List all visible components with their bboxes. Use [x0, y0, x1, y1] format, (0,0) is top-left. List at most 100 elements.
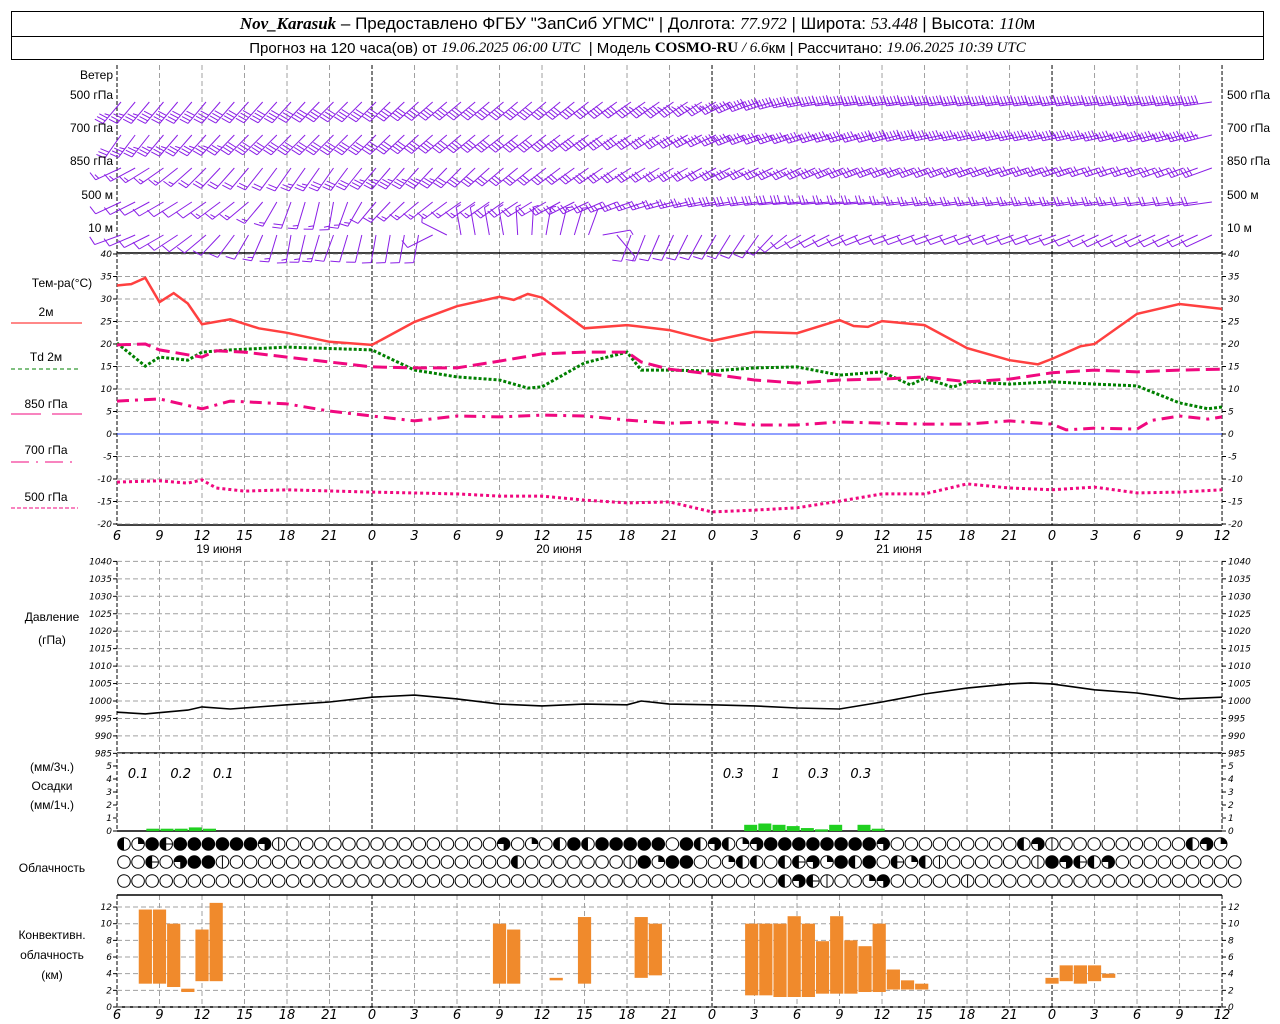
conv-tick-left: 4 [106, 970, 112, 980]
cloud-cover-symbol [778, 837, 792, 851]
wind-barb [193, 101, 221, 124]
cloud-cover-symbol [257, 837, 272, 851]
x-tick-label: 3 [750, 529, 758, 544]
wind-barb-feather [1190, 130, 1196, 140]
wind-barb-feather [932, 130, 937, 140]
wind-barb-feather [161, 146, 167, 149]
wind-barb-feather [1073, 130, 1079, 140]
wind-barb-feather [118, 207, 126, 216]
wind-barb-staff [354, 234, 363, 263]
wind-barb [328, 201, 349, 229]
wind-barb-feather [415, 178, 421, 182]
temp-tick-right: 25 [1228, 318, 1240, 328]
cloud-cover-symbol [834, 855, 848, 869]
wind-barb-feather [89, 236, 96, 245]
wind-barb-feather [207, 183, 216, 190]
wind-barb-feather [1112, 132, 1118, 142]
wind-barb-feather [167, 116, 177, 122]
wind-barb-feather [1091, 130, 1097, 140]
x-tick-label: 21 [321, 529, 338, 544]
x-tick-label: 0 [1048, 529, 1056, 544]
cloud-cover-symbol [496, 874, 511, 888]
cloud-cover-symbol [763, 837, 778, 851]
cloud-cover-symbol [159, 837, 173, 851]
wind-barb [1180, 130, 1212, 143]
cloud-half-icon [778, 855, 785, 869]
day-label: 21 июня [876, 542, 922, 556]
wind-barb-feather [214, 110, 224, 116]
cloud-cover-symbol [342, 874, 356, 888]
cloud-circle-icon [946, 855, 961, 869]
pressure-tick-right: 1015 [1228, 645, 1251, 655]
wind-barb-feather [679, 256, 689, 261]
cloud-half-icon [736, 855, 743, 869]
wind-barb [652, 234, 674, 261]
x-tick-label: 0 [708, 529, 716, 544]
precip-bar [829, 824, 843, 831]
cloud-circle-icon [665, 837, 680, 851]
cloud-cover-symbol [974, 874, 989, 888]
x-tick-label: 21 [661, 529, 678, 544]
x-tick-label-bottom: 18 [619, 1008, 636, 1023]
wind-barb [109, 134, 136, 158]
wind-barb [363, 167, 391, 190]
cloud-circle-icon [862, 855, 876, 869]
pressure-tick-right: 985 [1228, 749, 1245, 759]
cloud-cover-symbol [1199, 874, 1214, 888]
wind-barb [679, 234, 703, 261]
cloud-cover-symbol [792, 837, 806, 851]
cloud-circle-icon [665, 855, 680, 869]
cloud-circle-icon [595, 874, 609, 888]
cloud-circle-icon [1087, 837, 1101, 851]
precip-bar [800, 828, 814, 831]
wind-barb-feather [854, 236, 861, 245]
cloud-circle-icon [482, 837, 497, 851]
cloud-cover-symbol [510, 874, 525, 888]
cloud-half-icon [778, 874, 785, 888]
cloud-circle-icon [1045, 855, 1059, 869]
cloud-circle-icon [693, 874, 708, 888]
cloud-circle-icon [117, 874, 131, 888]
wind-barb-feather [1183, 132, 1189, 142]
wind-barb-feather [212, 112, 221, 119]
wind-barb-feather [960, 130, 966, 140]
cloud-cover-symbol [257, 874, 272, 888]
cloud-circle-icon [1059, 837, 1073, 851]
day-label: 20 июня [536, 542, 582, 556]
cloud-cover-symbol [1157, 855, 1172, 869]
cloud-circle-icon [1073, 874, 1087, 888]
cloud-cover-symbol [890, 837, 905, 851]
x-tick-label-bottom: 15 [236, 1008, 253, 1023]
cloud-cover-symbol [637, 874, 652, 888]
cloud-circle-icon [454, 874, 469, 888]
conv-label-2: облачность [20, 948, 84, 962]
pressure-tick-left: 1020 [89, 627, 112, 637]
cloud-cover-symbol [1087, 855, 1101, 869]
cloud-cover-symbol [510, 837, 525, 851]
conv-label-1: Конвективн. [18, 928, 85, 942]
wind-barb-feather [1141, 132, 1147, 142]
cloud-cover-symbol [763, 855, 778, 869]
cloud-circle-icon [637, 855, 652, 869]
wind-barb-feather [551, 207, 556, 212]
wind-barb-feather [985, 131, 991, 141]
convective-cloud-bar [577, 917, 592, 984]
cloud-circle-icon [398, 837, 413, 851]
wind-barb-staff [701, 234, 717, 260]
pressure-tick-left: 1035 [89, 575, 112, 585]
cloud-circle-icon [229, 837, 244, 851]
wind-barb-feather [228, 110, 238, 116]
wind-barb-feather [296, 184, 306, 189]
x-tick-label: 6 [1133, 529, 1141, 544]
cloud-circle-icon [651, 837, 666, 851]
precip-bar [815, 829, 829, 832]
wind-barb-staff [764, 234, 788, 253]
pressure-tick-left: 1025 [89, 610, 112, 620]
wind-barb-feather [268, 184, 278, 189]
x-tick-label-bottom: 12 [1214, 1008, 1231, 1023]
cloud-cover-symbol [187, 874, 202, 888]
cloud-cover-symbol [707, 855, 722, 869]
wind-barb-staff [251, 234, 264, 261]
cloud-circle-icon [1129, 837, 1144, 851]
cloud-cover-symbol [1143, 874, 1158, 888]
